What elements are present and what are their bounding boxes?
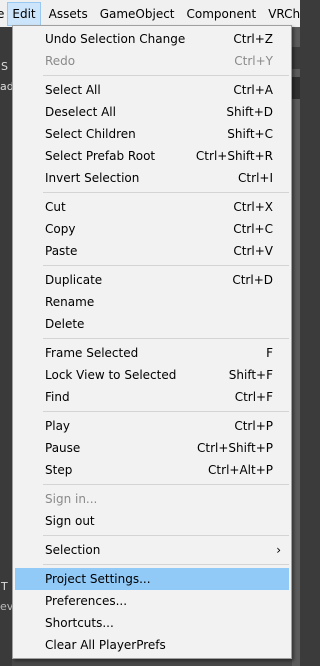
- menu-item-project-settings[interactable]: Project Settings...: [15, 568, 289, 590]
- menu-item-label: Pause: [45, 441, 81, 455]
- menu-item-shortcut: Shift+D: [226, 105, 273, 119]
- menu-gameobject[interactable]: GameObject: [94, 2, 181, 26]
- menu-item-label: Duplicate: [45, 273, 103, 287]
- menu-item-invert-selection[interactable]: Invert Selection Ctrl+I: [13, 167, 291, 189]
- menu-item-clear-all-playerprefs[interactable]: Clear All PlayerPrefs: [13, 634, 291, 656]
- menu-item-label: Cut: [45, 200, 66, 214]
- menu-item-label: Rename: [45, 295, 95, 309]
- menu-item-label: Deselect All: [45, 105, 116, 119]
- editor-tag: T: [1, 580, 8, 593]
- menu-item-label: Undo Selection Change: [45, 32, 186, 46]
- menu-item-label: Select Prefab Root: [45, 149, 156, 163]
- edit-dropdown-menu: Undo Selection Change Ctrl+Z Redo Ctrl+Y Sel…: [12, 25, 292, 659]
- menu-item-select-prefab-root[interactable]: Select Prefab Root Ctrl+Shift+R: [13, 145, 291, 167]
- menu-edit[interactable]: Edit: [7, 1, 41, 26]
- menu-item-shortcut: Ctrl+D: [232, 273, 273, 287]
- menu-item-label: Lock View to Selected: [45, 368, 177, 382]
- menu-window-partial[interactable]: e: [0, 2, 5, 26]
- menu-item-label: Play: [45, 419, 71, 433]
- menu-item-cut[interactable]: Cut Ctrl+X: [13, 196, 291, 218]
- menu-item-label: Find: [45, 390, 70, 404]
- menu-item-label: Selection: [45, 543, 101, 557]
- menu-item-label: Select All: [45, 83, 101, 97]
- menu-item-find[interactable]: Find Ctrl+F: [13, 386, 291, 408]
- menu-item-shortcut: Ctrl+C: [233, 222, 273, 236]
- menu-item-label: Step: [45, 463, 73, 477]
- menu-separator: [13, 532, 291, 539]
- menu-item-select-all[interactable]: Select All Ctrl+A: [13, 79, 291, 101]
- editor-right-panel: [292, 27, 300, 666]
- menu-separator: [13, 262, 291, 269]
- menu-item-label: Preferences...: [45, 594, 128, 608]
- menu-item-redo: Redo Ctrl+Y: [13, 50, 291, 72]
- menu-item-play[interactable]: Play Ctrl+P: [13, 415, 291, 437]
- menu-item-label: Redo: [45, 54, 76, 68]
- menu-component[interactable]: Component: [181, 2, 263, 26]
- menu-item-label: Paste: [45, 244, 78, 258]
- menu-item-shortcut: Shift+C: [227, 127, 273, 141]
- menu-bar: e Edit Assets GameObject Component VRCha…: [0, 0, 300, 27]
- menu-item-rename[interactable]: Rename: [13, 291, 291, 313]
- toolbar-strip: [292, 77, 300, 99]
- menu-item-shortcuts[interactable]: Shortcuts...: [13, 612, 291, 634]
- menu-item-shortcut: Ctrl+F: [234, 390, 273, 404]
- menu-item-shortcut: Ctrl+Z: [233, 32, 273, 46]
- menu-item-shortcut: Ctrl+Y: [234, 54, 273, 68]
- menu-item-deselect-all[interactable]: Deselect All Shift+D: [13, 101, 291, 123]
- menu-item-shortcut: Ctrl+A: [233, 83, 273, 97]
- menu-item-shortcut: Ctrl+I: [238, 171, 273, 185]
- menu-item-shortcut: Shift+F: [228, 368, 273, 382]
- editor-left-panel: S ad T ev: [0, 27, 14, 666]
- menu-item-label: Frame Selected: [45, 346, 139, 360]
- menu-item-label: Project Settings...: [45, 572, 151, 586]
- menu-separator: [13, 408, 291, 415]
- menu-vrchat-sdk[interactable]: VRChat S: [262, 2, 300, 26]
- menu-item-delete[interactable]: Delete: [13, 313, 291, 335]
- menu-item-shortcut: Ctrl+V: [233, 244, 273, 258]
- editor-tag: S: [1, 60, 8, 73]
- menu-item-label: Clear All PlayerPrefs: [45, 638, 166, 652]
- menu-item-shortcut: Ctrl+Shift+P: [197, 441, 273, 455]
- menu-item-shortcut: Ctrl+Alt+P: [208, 463, 273, 477]
- menu-separator: [13, 561, 291, 568]
- menu-item-label: Invert Selection: [45, 171, 140, 185]
- menu-item-select-children[interactable]: Select Children Shift+C: [13, 123, 291, 145]
- menu-item-sign-out[interactable]: Sign out: [13, 510, 291, 532]
- menu-item-label: Delete: [45, 317, 85, 331]
- menu-item-step[interactable]: Step Ctrl+Alt+P: [13, 459, 291, 481]
- menu-item-shortcut: Ctrl+Shift+R: [195, 149, 273, 163]
- chevron-right-icon: ›: [276, 543, 281, 557]
- menu-item-paste[interactable]: Paste Ctrl+V: [13, 240, 291, 262]
- menu-item-label: Shortcuts...: [45, 616, 114, 630]
- menu-item-preferences[interactable]: Preferences...: [13, 590, 291, 612]
- toolbar-strip: [292, 47, 300, 69]
- menu-separator: [13, 189, 291, 196]
- menu-item-shortcut: Ctrl+X: [233, 200, 273, 214]
- menu-item-label: Copy: [45, 222, 76, 236]
- menu-item-shortcut: Ctrl+P: [234, 419, 273, 433]
- menu-separator: [13, 72, 291, 79]
- menu-item-shortcut: F: [266, 346, 273, 360]
- menu-item-label: Sign in...: [45, 492, 98, 506]
- menu-item-duplicate[interactable]: Duplicate Ctrl+D: [13, 269, 291, 291]
- menu-item-frame-selected[interactable]: Frame Selected F: [13, 342, 291, 364]
- menu-separator: [13, 335, 291, 342]
- menu-item-undo-selection-change[interactable]: Undo Selection Change Ctrl+Z: [13, 28, 291, 50]
- menu-item-selection[interactable]: Selection ›: [13, 539, 291, 561]
- menu-separator: [13, 481, 291, 488]
- menu-item-label: Select Children: [45, 127, 136, 141]
- menu-item-sign-in: Sign in...: [13, 488, 291, 510]
- menu-item-lock-view-to-selected[interactable]: Lock View to Selected Shift+F: [13, 364, 291, 386]
- menu-item-label: Sign out: [45, 514, 95, 528]
- menu-assets[interactable]: Assets: [43, 2, 94, 26]
- menu-item-copy[interactable]: Copy Ctrl+C: [13, 218, 291, 240]
- menu-item-pause[interactable]: Pause Ctrl+Shift+P: [13, 437, 291, 459]
